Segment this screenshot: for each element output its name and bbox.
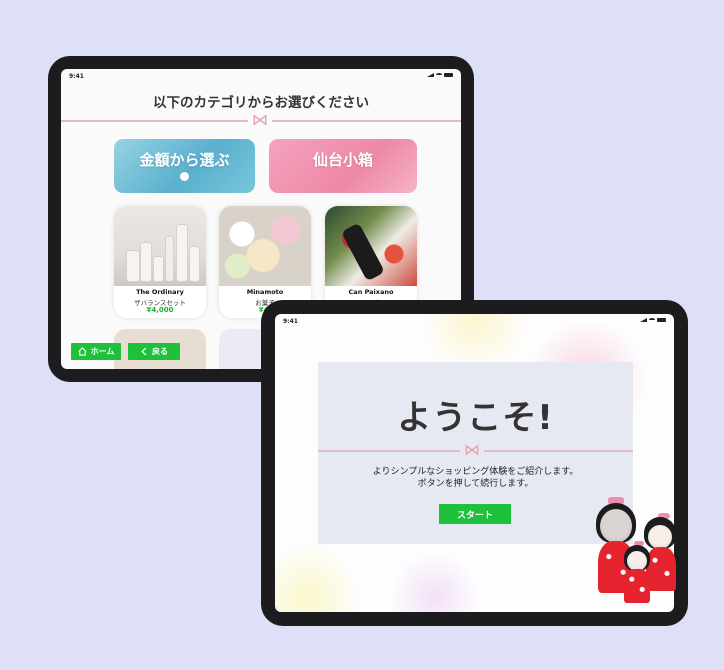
status-time: 9:41 — [69, 73, 84, 80]
category-sendai-box-button[interactable]: 仙台小箱 — [269, 139, 417, 193]
category-label: 仙台小箱 — [313, 151, 374, 169]
category-label: 金額から選ぶ — [139, 151, 230, 169]
start-button[interactable]: スタート — [439, 504, 511, 524]
home-label: ホーム — [90, 347, 115, 356]
signal-icon — [427, 73, 434, 77]
product-card-the-ordinary[interactable]: The Ordinary ザバランスセット ¥4,000 — [114, 206, 206, 318]
back-label: 戻る — [152, 347, 168, 356]
back-button[interactable]: 戻る — [128, 343, 180, 360]
status-time: 9:41 — [283, 318, 298, 325]
product-brand: Minamoto — [246, 288, 284, 296]
kokeshi-dolls-image — [590, 495, 690, 615]
chevron-left-icon — [141, 347, 147, 356]
wifi-icon — [436, 73, 442, 77]
wifi-icon — [649, 318, 655, 322]
signal-icon — [640, 318, 647, 322]
product-price: ¥4,000 — [146, 306, 174, 314]
status-bar: 9:41 — [275, 314, 674, 328]
product-photo — [114, 206, 206, 286]
welcome-panel: ようこそ! ⋈ よりシンプルなショッピング体験をご紹介します。 ボタンを押して続… — [318, 362, 633, 544]
battery-icon — [444, 73, 453, 77]
status-bar: 9:41 — [61, 69, 461, 83]
welcome-line-2: ボタンを押して続行します。 — [417, 479, 534, 489]
battery-icon — [657, 318, 666, 322]
ribbon-bow-icon: ⋈ — [248, 112, 272, 128]
home-button[interactable]: ホーム — [71, 343, 121, 360]
home-icon — [78, 347, 87, 356]
welcome-message: よりシンプルなショッピング体験をご紹介します。 ボタンを押して続行します。 — [318, 466, 633, 490]
page-title: 以下のカテゴリからお選びください — [153, 95, 369, 111]
welcome-title: ようこそ! — [397, 398, 554, 438]
welcome-line-1: よりシンプルなショッピング体験をご紹介します。 — [372, 467, 579, 477]
product-brand: The Ordinary — [136, 288, 184, 296]
product-brand: Can Paixano — [348, 288, 394, 296]
product-photo — [325, 206, 417, 286]
product-photo — [219, 206, 311, 286]
ribbon-bow-icon: ⋈ — [460, 442, 484, 458]
category-by-price-button[interactable]: 金額から選ぶ — [114, 139, 255, 193]
indicator-dot-icon — [180, 172, 189, 181]
